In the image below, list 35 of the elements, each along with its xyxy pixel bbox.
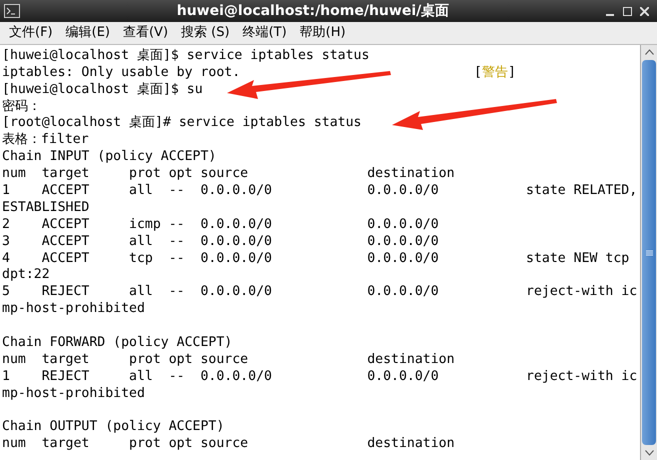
terminal-line: 5 REJECT all -- 0.0.0.0/0 0.0.0.0/0 reject-with ic [2, 285, 638, 299]
terminal-line: num target prot opt source destination [2, 352, 455, 366]
window-title: huwei@localhost:/home/huwei/桌面 [176, 2, 450, 20]
terminal-line: num target prot opt source destination [2, 167, 455, 180]
scroll-thumb[interactable] [642, 60, 656, 445]
terminal-line: 3 ACCEPT all -- 0.0.0.0/0 0.0.0.0/0 [2, 234, 439, 248]
terminal-line: 2 ACCEPT icmp -- 0.0.0.0/0 0.0.0.0/0 [2, 218, 439, 231]
menu-item[interactable]: 文件(F) [9, 23, 53, 43]
terminal-line: dpt:22 [2, 268, 50, 282]
maximize-icon[interactable] [623, 6, 632, 16]
menu-item[interactable]: 搜索 (S) [181, 23, 230, 43]
menu-item[interactable]: 终端(T) [242, 23, 287, 43]
terminal-line: [root@localhost 桌面]# service iptables status [2, 116, 362, 130]
terminal-line: [huwei@localhost 桌面]$ service iptables status [2, 48, 370, 62]
scrollbar[interactable] [640, 45, 657, 460]
menu-item[interactable]: 查看(V) [122, 23, 168, 43]
terminal-line: 表格：filter [2, 133, 89, 146]
menu-item[interactable]: 编辑(E) [66, 23, 110, 43]
terminal-icon [4, 4, 20, 18]
terminal-line: Chain INPUT (policy ACCEPT) [2, 150, 216, 164]
terminal-line: 1 REJECT all -- 0.0.0.0/0 0.0.0.0/0 reject-with ic [2, 370, 638, 383]
terminal-line: mp-host-prohibited [2, 386, 145, 400]
terminal-line: mp-host-prohibited [2, 302, 145, 316]
terminal-line: Chain FORWARD (policy ACCEPT) [2, 336, 232, 350]
terminal-line: num target prot opt source destination [2, 437, 455, 451]
terminal-line: Chain OUTPUT (policy ACCEPT) [2, 420, 224, 434]
terminal-line: 密码： [2, 100, 41, 113]
terminal-line: 4 ACCEPT tcp -- 0.0.0.0/0 0.0.0.0/0 state NEW tcp [2, 252, 630, 265]
terminal-line: [huwei@localhost 桌面]$ su [2, 82, 203, 96]
close-icon[interactable] [640, 6, 649, 16]
terminal-line: ESTABLISHED [2, 200, 90, 214]
terminal-line: 1 ACCEPT all -- 0.0.0.0/0 0.0.0.0/0 state RELATED, [2, 184, 638, 198]
warning-tag: [警告] [474, 66, 516, 79]
menu-item[interactable]: 帮助(H) [300, 23, 346, 43]
terminal-line: iptables: Only usable by root. [2, 66, 242, 79]
